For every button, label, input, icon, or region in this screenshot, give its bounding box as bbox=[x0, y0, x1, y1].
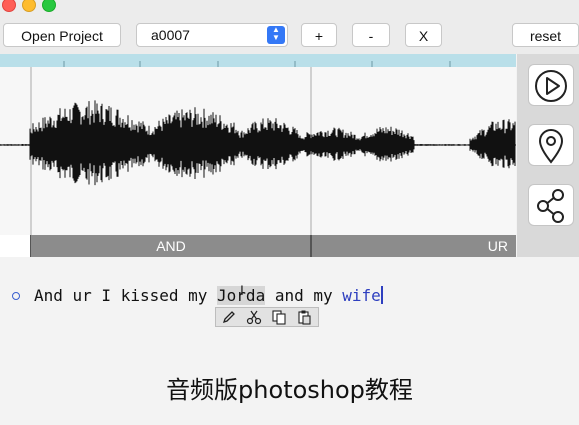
open-project-button[interactable]: Open Project bbox=[3, 23, 121, 47]
waveform-path bbox=[0, 100, 516, 186]
edited-word[interactable]: wife bbox=[342, 286, 381, 305]
close-window-button[interactable] bbox=[2, 0, 16, 12]
waveform-view[interactable] bbox=[0, 67, 516, 235]
caption-text: 音频版photoshop教程 bbox=[166, 376, 413, 404]
paste-icon bbox=[298, 310, 311, 325]
edit-button[interactable] bbox=[218, 309, 240, 325]
location-pin-icon bbox=[538, 129, 564, 164]
marker-button[interactable] bbox=[528, 124, 574, 166]
zoom-in-button[interactable]: + bbox=[301, 23, 337, 47]
zoom-window-button[interactable] bbox=[42, 0, 56, 12]
play-icon bbox=[535, 70, 567, 102]
segment-blank[interactable] bbox=[0, 235, 31, 257]
ibeam-cursor-icon: Ι bbox=[240, 282, 244, 298]
toolbar: Open Project a0007 ▲ ▼ + - X reset bbox=[0, 16, 579, 54]
cut-button[interactable] bbox=[243, 309, 265, 325]
transcript-text-2: and my bbox=[265, 286, 343, 305]
text-cursor bbox=[380, 286, 383, 304]
edit-icon bbox=[222, 311, 235, 324]
project-select[interactable]: a0007 ▲ ▼ bbox=[136, 23, 288, 47]
zoom-out-button[interactable]: - bbox=[352, 23, 390, 47]
copy-icon bbox=[272, 310, 286, 325]
transcript-area[interactable]: And ur I kissed my Jorda and my wife Ι 音… bbox=[0, 258, 579, 425]
window-titlebar bbox=[0, 0, 579, 16]
share-button[interactable] bbox=[528, 184, 574, 226]
segment-ur[interactable]: UR bbox=[312, 235, 516, 257]
paste-button[interactable] bbox=[293, 309, 315, 325]
play-button[interactable] bbox=[528, 64, 574, 106]
select-arrows-icon: ▲ ▼ bbox=[267, 26, 285, 44]
share-icon bbox=[537, 189, 564, 223]
segment-bar[interactable]: AND UR bbox=[0, 235, 516, 257]
timeline-ruler[interactable] bbox=[0, 54, 516, 68]
cut-icon bbox=[246, 310, 262, 325]
copy-button[interactable] bbox=[268, 309, 290, 325]
transcript-line[interactable]: And ur I kissed my Jorda and my wife bbox=[34, 286, 383, 305]
project-select-value: a0007 bbox=[151, 27, 190, 43]
side-panel bbox=[517, 54, 579, 257]
transcript-text: And ur I kissed my bbox=[34, 286, 218, 305]
transcript-bullet-icon bbox=[12, 292, 20, 300]
word-edit-toolbar bbox=[215, 307, 319, 327]
segment-and[interactable]: AND bbox=[31, 235, 311, 257]
audio-waveform bbox=[0, 67, 516, 235]
reset-button[interactable]: reset bbox=[512, 23, 579, 47]
close-button[interactable]: X bbox=[405, 23, 442, 47]
ruler-ticks bbox=[63, 61, 451, 67]
minimize-window-button[interactable] bbox=[22, 0, 36, 12]
